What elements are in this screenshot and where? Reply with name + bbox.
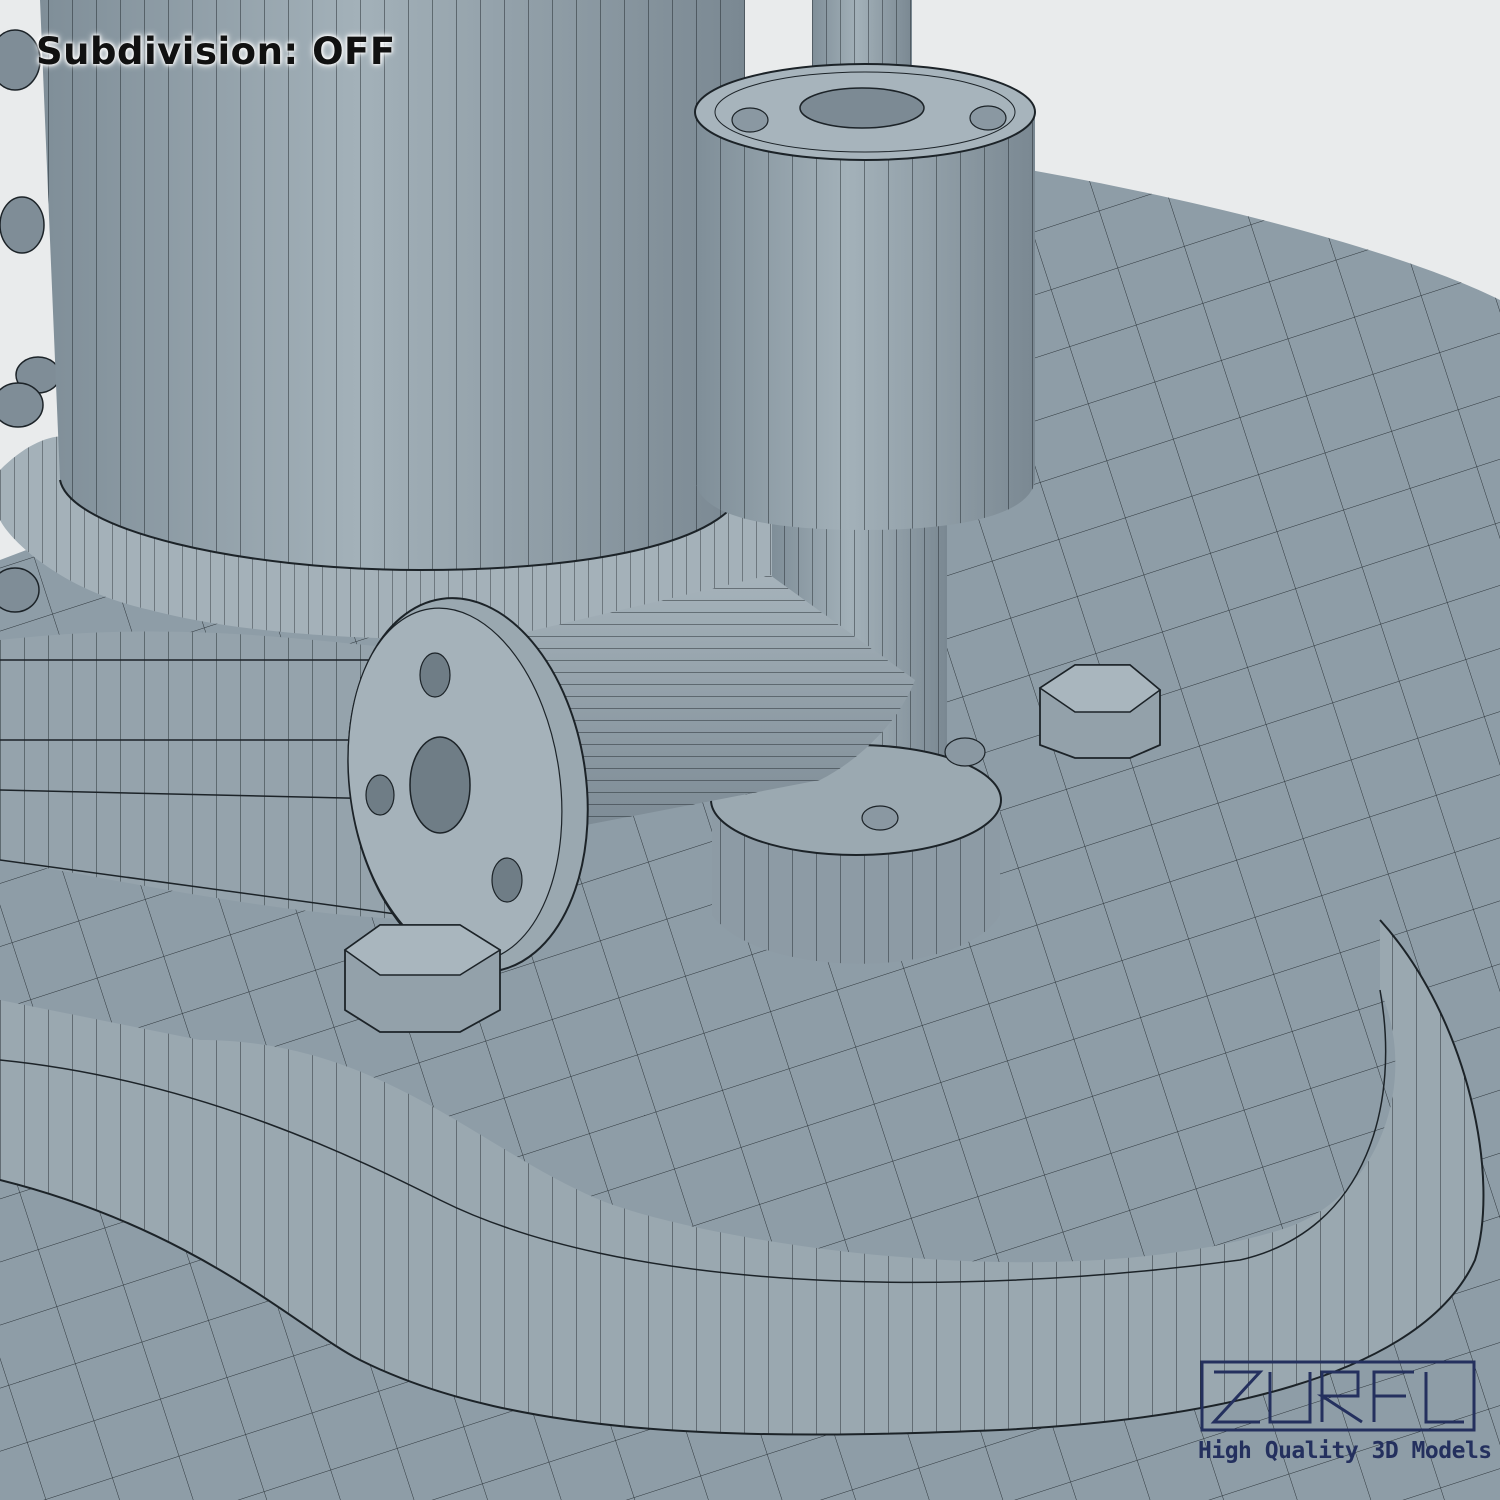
zurel-logo xyxy=(1200,1360,1476,1432)
watermark-tagline: High Quality 3D Models xyxy=(1198,1438,1492,1464)
3d-viewport: Subdivision: OFF High Quality 3D Models xyxy=(0,0,1500,1500)
wireframe-model xyxy=(0,0,1500,1500)
watermark: High Quality 3D Models xyxy=(1198,1360,1492,1480)
subdivision-status: Subdivision: OFF xyxy=(36,30,396,73)
main-column xyxy=(40,0,746,572)
actuator-cylinder xyxy=(694,63,1036,530)
